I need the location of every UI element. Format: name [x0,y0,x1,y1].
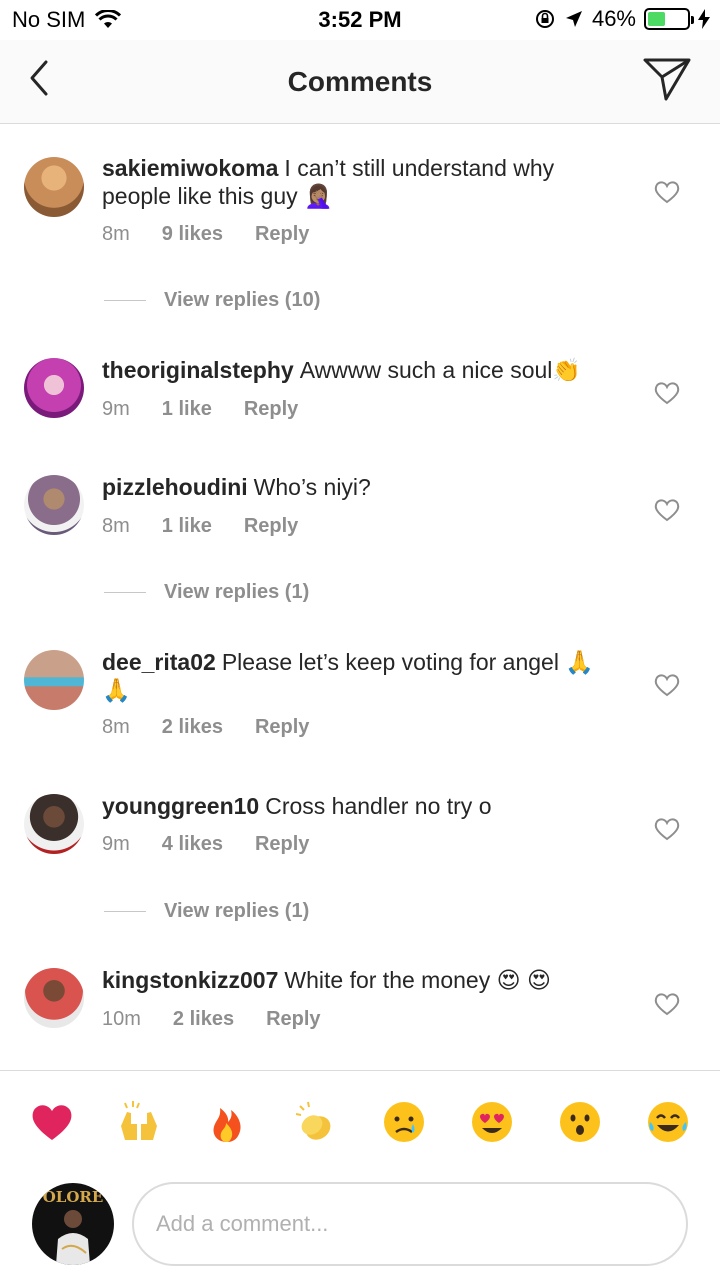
comment-time: 8m [102,223,130,245]
comment-text: theoriginalstephy Awwww such a nice soul👏 [102,356,602,384]
likes-count[interactable]: 9 likes [162,223,223,246]
view-replies-button[interactable]: View replies (1) [104,900,309,923]
avatar[interactable] [24,157,84,217]
view-replies-button[interactable]: View replies (1) [104,581,309,604]
battery-percent: 46% [591,6,636,31]
comment-meta: 8m 1 like Reply [102,515,330,538]
reply-button[interactable]: Reply [255,833,309,856]
avatar-figure [56,1210,90,1265]
divider [104,911,146,912]
comment-username[interactable]: kingstonkizz007 [102,967,278,993]
avatar[interactable] [24,650,84,710]
reply-button[interactable]: Reply [266,1008,320,1031]
comment-input[interactable] [132,1182,688,1266]
comment-username[interactable]: younggreen10 [102,793,259,819]
comment-username[interactable]: sakiemiwokoma [102,155,278,181]
avatar[interactable] [24,968,84,1028]
likes-count[interactable]: 4 likes [162,833,223,856]
avatar[interactable] [24,794,84,854]
comment-time: 8m [102,515,130,537]
avatar[interactable] [24,475,84,535]
location-icon [565,11,582,27]
heart-icon[interactable] [654,498,680,522]
surprised-face-emoji-icon[interactable] [558,1100,602,1144]
view-replies-button[interactable]: View replies (10) [104,289,320,312]
tears-of-joy-emoji-icon[interactable] [646,1100,690,1144]
emoji-bar-divider [0,1070,720,1071]
comment-body: White for the money 😍 😍 [284,967,551,993]
comment-body: Who’s niyi? [253,474,371,500]
fire-emoji-icon[interactable] [205,1100,249,1144]
likes-count[interactable]: 1 like [162,398,212,421]
heart-icon[interactable] [654,992,680,1016]
comment-meta: 10m 2 likes Reply [102,1008,353,1031]
comment-time: 8m [102,716,130,738]
comment-username[interactable]: dee_rita02 [102,649,216,675]
comment-body: Cross handler no try o [265,793,492,819]
heart-icon[interactable] [654,180,680,204]
comment-time: 9m [102,398,130,420]
orientation-lock-icon [535,10,554,28]
crying-face-emoji-icon[interactable] [382,1100,426,1144]
comment-username[interactable]: theoriginalstephy [102,357,294,383]
clapping-hands-emoji-icon[interactable] [294,1100,338,1144]
comment-meta: 8m 2 likes Reply [102,716,341,739]
reply-button[interactable]: Reply [244,515,298,538]
comment-text: pizzlehoudini Who’s niyi? [102,473,602,501]
comment-username[interactable]: pizzlehoudini [102,474,248,500]
reply-button[interactable]: Reply [255,716,309,739]
comment-text: dee_rita02 Please let’s keep voting for a… [102,648,602,704]
comment-text: kingstonkizz007 White for the money 😍 😍 [102,966,602,994]
likes-count[interactable]: 2 likes [173,1008,234,1031]
comment-body: Awwww such a nice soul👏 [299,357,582,383]
comment-meta: 9m 1 like Reply [102,398,330,421]
comments-list: sakiemiwokoma I can’t still understand wh… [0,125,720,1070]
divider [104,300,146,301]
comment-meta: 8m 9 likes Reply [102,223,341,246]
avatar[interactable] [24,358,84,418]
heart-icon[interactable] [654,817,680,841]
comment-time: 9m [102,833,130,855]
red-heart-emoji-icon[interactable] [30,1100,74,1144]
likes-count[interactable]: 2 likes [162,716,223,739]
status-bar: No SIM 3:52 PM 46% [0,0,720,40]
reply-button[interactable]: Reply [244,398,298,421]
battery-fill [648,12,666,26]
comment-time: 10m [102,1008,141,1030]
likes-count[interactable]: 1 like [162,515,212,538]
heart-eyes-emoji-icon[interactable] [470,1100,514,1144]
status-right: 46% [534,6,710,32]
comment-text: sakiemiwokoma I can’t still understand wh… [102,154,602,210]
page-title: Comments [287,66,433,97]
comment-text: younggreen10 Cross handler no try o [102,792,602,820]
reply-button[interactable]: Reply [255,223,309,246]
comment-meta: 9m 4 likes Reply [102,833,341,856]
battery-icon [644,8,694,30]
divider [104,592,146,593]
heart-icon[interactable] [654,673,680,697]
charging-icon [698,9,710,29]
my-avatar[interactable]: OLORE [32,1183,114,1265]
comments-header: Comments [0,40,720,124]
raising-hands-emoji-icon[interactable] [117,1100,161,1144]
paper-plane-icon[interactable] [642,56,692,102]
heart-icon[interactable] [654,381,680,405]
